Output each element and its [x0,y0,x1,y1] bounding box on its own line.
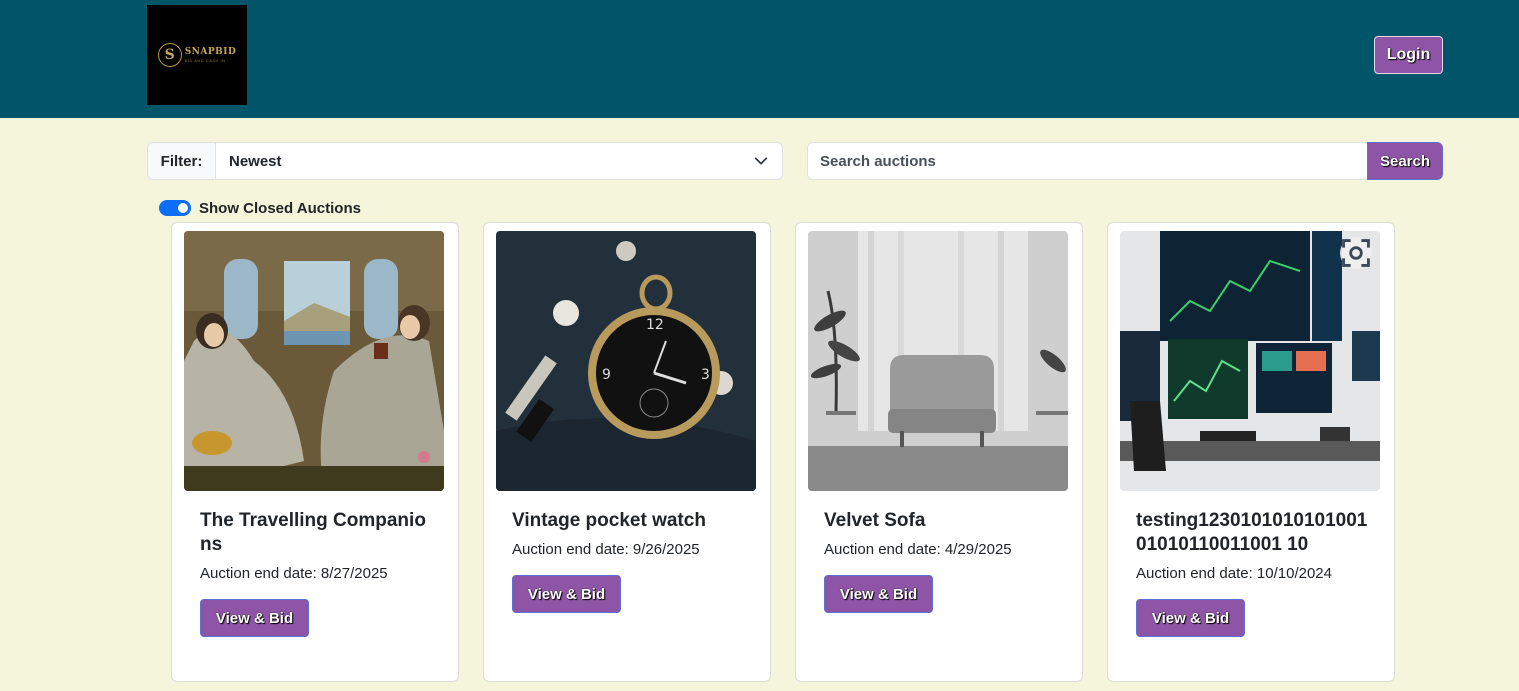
card-end-date: Auction end date: 8/27/2025 [200,565,388,582]
snapbid-logo[interactable]: S SNAPBID BID AND CASH IN [147,5,247,105]
auction-card: The Travelling Companions Auction end da… [171,222,459,682]
card-end-date: Auction end date: 4/29/2025 [824,541,1012,558]
card-end-date: Auction end date: 9/26/2025 [512,541,700,558]
svg-text:9: 9 [602,367,611,383]
show-closed-toggle[interactable] [159,200,191,216]
card-title[interactable]: Velvet Sofa [824,509,1060,533]
logo-name: SNAPBID [184,46,237,57]
card-title[interactable]: Vintage pocket watch [512,509,748,533]
filter-selected-value: Newest [229,152,282,170]
navbar: S SNAPBID BID AND CASH IN Login [0,0,1519,118]
sofa-illustration [808,231,1068,491]
pocket-watch-image[interactable]: 12 3 9 [496,231,756,491]
card-end-date: Auction end date: 10/10/2024 [1136,565,1332,582]
svg-text:12: 12 [646,317,664,333]
painting-illustration [184,231,444,491]
search-group: Search auctions Search [807,142,1443,180]
sofa-image[interactable] [808,231,1068,491]
auction-card: Velvet Sofa Auction end date: 4/29/2025 … [795,222,1083,682]
auction-card: 12 3 9 Vintage pocket watch Auction end … [483,222,771,682]
login-button[interactable]: Login [1374,36,1443,74]
view-and-bid-button[interactable]: View & Bid [824,575,933,613]
card-title[interactable]: The Travelling Companions [200,509,436,557]
filter-select[interactable]: Newest [216,143,782,179]
filter-label: Filter: [148,143,216,179]
image-search-icon[interactable] [1340,237,1372,269]
painting-image[interactable] [184,231,444,491]
trading-desk-image[interactable] [1120,231,1380,491]
view-and-bid-button[interactable]: View & Bid [512,575,621,613]
view-and-bid-button[interactable]: View & Bid [1136,599,1245,637]
svg-text:3: 3 [701,367,710,383]
search-button[interactable]: Search [1367,142,1443,180]
logo-tagline: BID AND CASH IN [184,57,226,63]
chevron-down-icon [754,157,768,165]
view-and-bid-button[interactable]: View & Bid [200,599,309,637]
auction-card: testing123010101010100101010110011001 10… [1107,222,1395,682]
search-input[interactable]: Search auctions [807,142,1367,180]
filter-group: Filter: Newest [147,142,783,180]
show-closed-toggle-row: Show Closed Auctions [159,199,361,217]
show-closed-label[interactable]: Show Closed Auctions [199,200,361,217]
logo-mark-icon: S [157,43,182,67]
pocket-watch-illustration: 12 3 9 [496,231,756,491]
card-title[interactable]: testing123010101010100101010110011001 10 [1136,509,1372,557]
